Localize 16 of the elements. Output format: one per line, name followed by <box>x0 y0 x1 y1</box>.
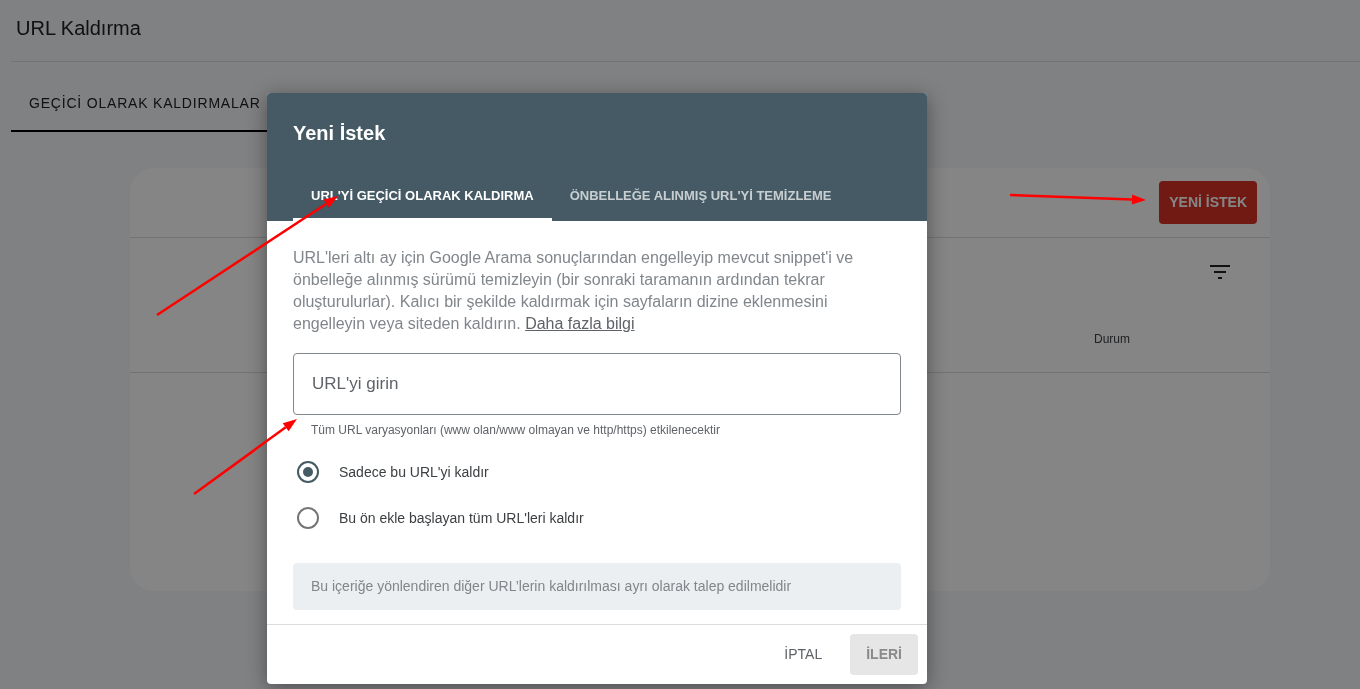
dialog-tab[interactable]: ÖNBELLEĞE ALINMIŞ URL'Yİ TEMİZLEME <box>551 173 850 221</box>
new-request-button[interactable]: YENİ İSTEK <box>1159 181 1257 224</box>
dialog-title: Yeni İstek <box>293 121 387 146</box>
learn-more-link[interactable]: Daha fazla bilgi <box>525 315 635 332</box>
info-note: Bu içeriğe yönlendiren diğer URL’lerin kaldırılması ayrı olarak talep edilmelidir <box>293 563 901 610</box>
cancel-button[interactable]: İPTAL <box>768 634 839 675</box>
page-title: URL Kaldırma <box>15 16 142 41</box>
url-input-field[interactable]: URL'yi girin <box>293 353 901 415</box>
radio-button[interactable] <box>297 507 319 529</box>
helper-text: Tüm URL varyasyonları (www olan/www olmayan ve http/https) etkilenecektir <box>310 422 722 439</box>
option-label: Bu ön ekle başlayan tüm URL'leri kaldır <box>339 508 584 528</box>
description-text: URL'leri altı ay için Google Arama sonuçlarından engelleyip mevcut snippet'i ve önbelleğe alınmış sürümü temizleyin (bir sonraki taramanın ardından tekrar oluşturulurlar). Kalıcı bir şekilde kaldırmak için sayfaların dizine eklenmesini engelleyin veya siteden kaldırın. Daha fazla bilgi <box>293 248 855 334</box>
radio-button[interactable] <box>297 461 319 483</box>
filter-icon[interactable] <box>1210 265 1230 279</box>
option-label: Sadece bu URL'yi kaldır <box>339 462 489 482</box>
column-header: Durum <box>1094 331 1130 348</box>
